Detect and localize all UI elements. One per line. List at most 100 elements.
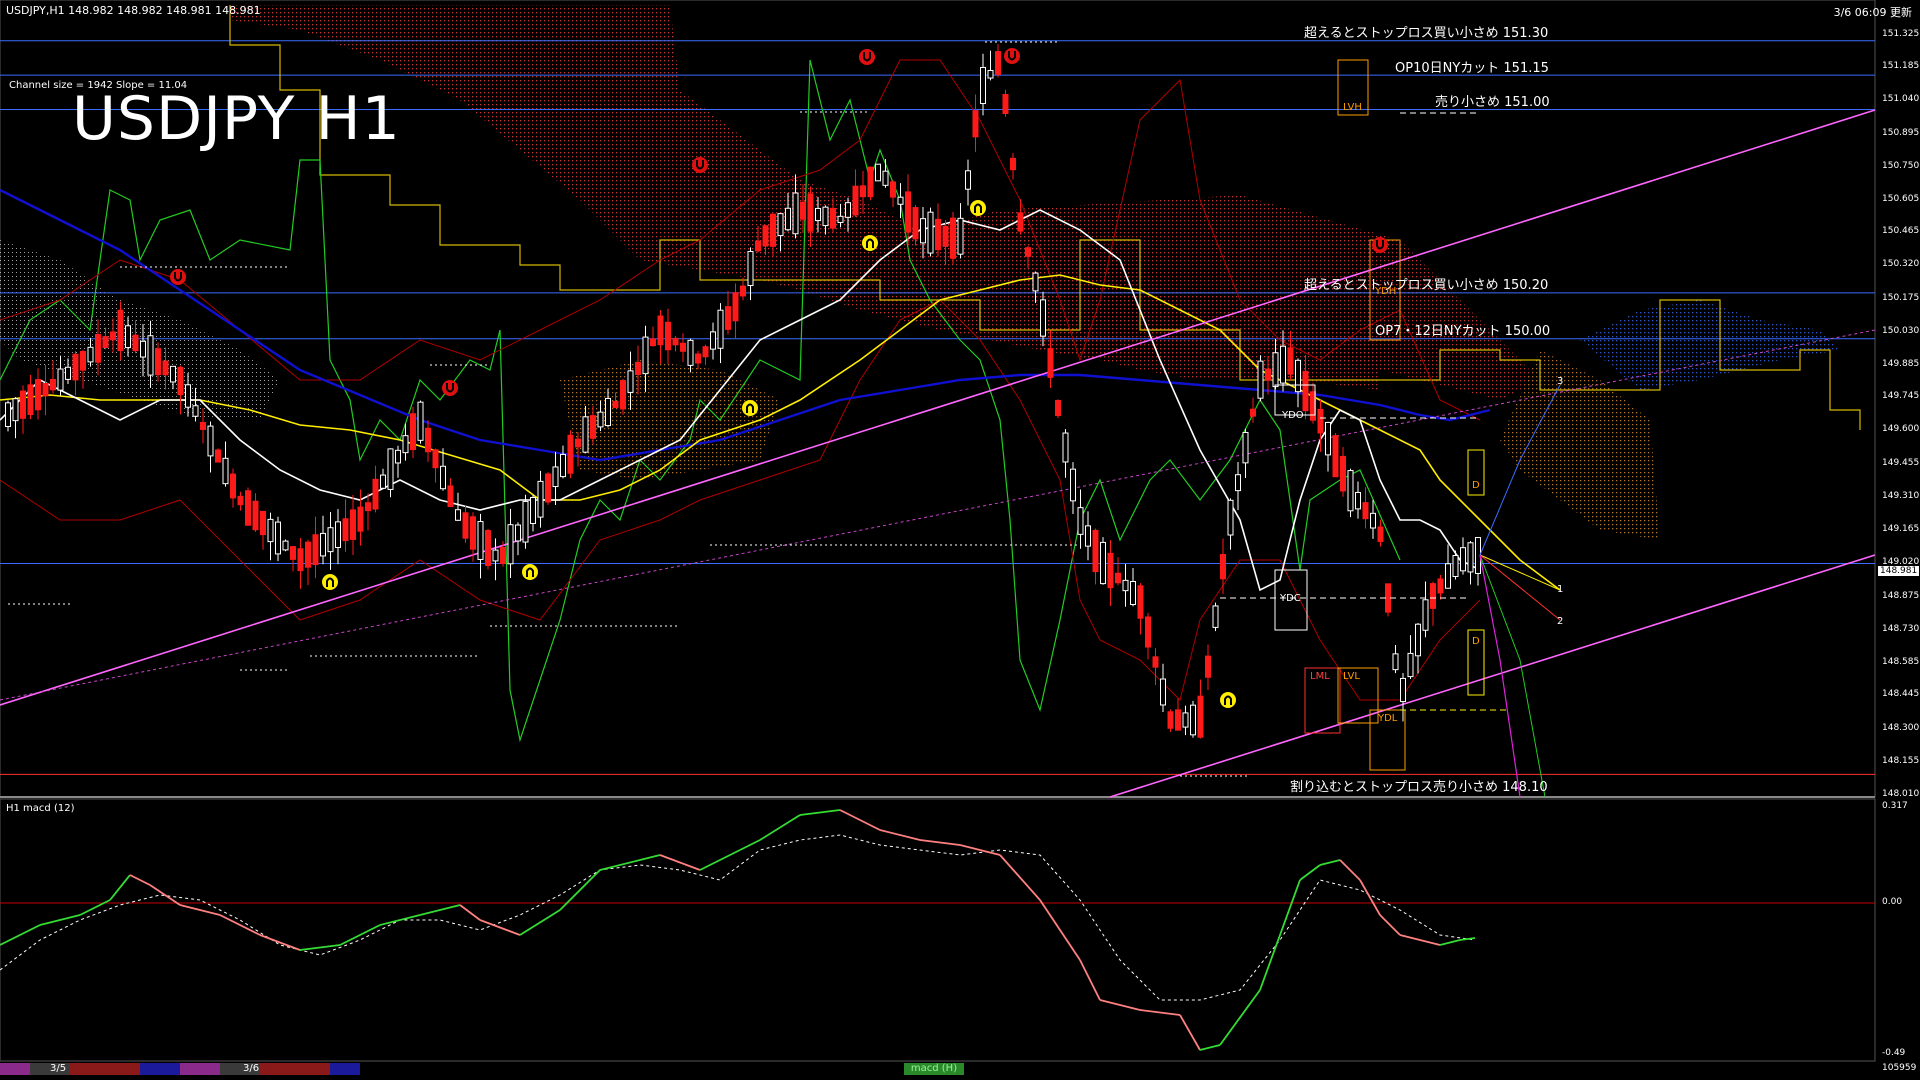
macd-segment (129, 874, 151, 886)
symbol-info: USDJPY,H1 148.982 148.982 148.981 148.98… (6, 4, 261, 17)
candle-body (987, 69, 994, 79)
macd-tab[interactable]: macd (H) (904, 1063, 964, 1075)
candle-body (507, 524, 514, 565)
candle-body (822, 206, 829, 227)
chart-canvas[interactable] (0, 0, 1920, 1080)
candle-body (237, 495, 244, 506)
candle-body (342, 518, 349, 542)
macd-tick-zero: 0.00 (1882, 897, 1903, 907)
ydh-label: YDH (1375, 286, 1397, 297)
price-tick: 148.585 (1882, 657, 1920, 668)
candle-body (747, 250, 754, 287)
candle-body (1272, 352, 1279, 388)
macd-segment (1219, 989, 1261, 1046)
candle-body (815, 207, 821, 222)
price-tick: 151.185 (1882, 61, 1920, 72)
candle-body (860, 185, 866, 198)
candle-body (890, 181, 896, 198)
candle-body (597, 411, 604, 428)
candle-body (395, 449, 401, 464)
ydo-label: YDO (1282, 410, 1304, 421)
candle-body (530, 496, 536, 525)
candle-body (1160, 678, 1166, 706)
candle-body (245, 490, 251, 526)
candle-body (1370, 512, 1376, 529)
candle-body (905, 191, 911, 233)
up-arrow-signal-icon (1220, 692, 1236, 708)
candle-body (95, 333, 101, 363)
candle-body (1130, 581, 1136, 605)
macd-segment (759, 814, 801, 841)
macd-segment (1259, 879, 1301, 991)
candle-body (560, 453, 566, 478)
candle-body (837, 215, 844, 223)
candle-body (927, 211, 934, 254)
candle-body (1077, 507, 1084, 535)
macd-segment (739, 839, 761, 851)
candle-body (1227, 499, 1234, 536)
candle-body (1107, 552, 1114, 589)
macd-segment (1079, 959, 1101, 1001)
candle-body (20, 390, 26, 419)
candle-body (350, 509, 356, 540)
candle-body (965, 170, 971, 190)
candle-body (852, 185, 859, 216)
channel-lower (1109, 554, 1876, 798)
candle-body (710, 331, 716, 350)
candle-body (1460, 547, 1466, 572)
candle-body (635, 361, 641, 376)
candle-body (620, 380, 626, 410)
candle-body (1175, 709, 1181, 731)
down-arrow-signal-icon (1004, 48, 1020, 64)
candle-body (252, 500, 259, 531)
macd-segment (959, 844, 1001, 856)
candle-body (687, 339, 694, 366)
lvh-label: LVH (1343, 102, 1362, 113)
candle-body (807, 193, 814, 232)
candle-body (1115, 572, 1121, 584)
projection-label-1: 1 (1557, 584, 1564, 595)
down-arrow-signal-icon (692, 157, 708, 173)
projection-line-green (1479, 554, 1546, 798)
macd-segment (1359, 879, 1381, 916)
candle-body (72, 353, 79, 381)
candle-body (12, 398, 19, 422)
candle-body (845, 202, 851, 218)
candle-body (297, 548, 304, 572)
candle-body (102, 336, 109, 349)
candle-body (417, 401, 424, 441)
price-tick: 148.010 (1882, 789, 1920, 799)
candle-body (140, 340, 146, 358)
price-tick: 151.325 (1882, 29, 1920, 39)
candle-body (582, 416, 589, 453)
price-tick: 149.745 (1882, 391, 1920, 402)
macd-segment (379, 914, 421, 926)
up-arrow-signal-icon (970, 200, 986, 216)
macd-segment (79, 899, 111, 916)
candle-body (425, 427, 431, 453)
candle-body (1062, 432, 1069, 463)
macd-segment (109, 874, 131, 901)
price-tick: 149.455 (1882, 457, 1920, 468)
chart-title: USDJPY H1 (72, 84, 401, 154)
macd-segment (639, 854, 661, 861)
price-tick: 150.175 (1882, 292, 1920, 303)
bottom-right-number: 105959 (1882, 1063, 1917, 1073)
candle-body (477, 521, 484, 560)
current-price-label: 148.981 (1878, 566, 1920, 576)
candle-body (1422, 599, 1429, 631)
candle-body (215, 449, 221, 463)
candle-body (380, 474, 386, 489)
candle-body (957, 217, 964, 255)
price-tick: 150.750 (1882, 160, 1920, 171)
candle-body (27, 384, 34, 416)
macd-segment (559, 869, 601, 911)
candle-body (732, 292, 739, 322)
macd-segment (419, 904, 461, 916)
candle-body (312, 534, 319, 566)
macd-segment (1179, 1014, 1201, 1051)
candle-body (1452, 554, 1459, 578)
candle-body (567, 434, 574, 474)
candle-body (1257, 360, 1264, 399)
macd-segment (1199, 1044, 1221, 1051)
